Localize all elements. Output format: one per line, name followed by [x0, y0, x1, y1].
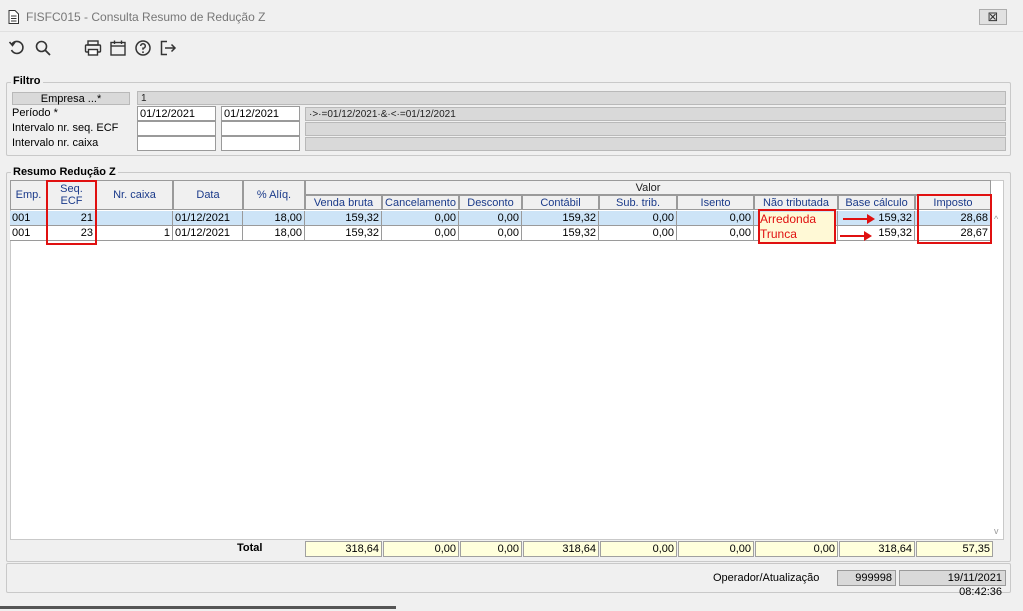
- header-data[interactable]: Data: [173, 180, 243, 210]
- document-icon: [8, 10, 19, 24]
- annotation-box-imposto: [917, 194, 992, 244]
- empresa-field: 1: [137, 91, 1006, 105]
- operador-label: Operador/Atualização: [713, 572, 820, 584]
- total-base-calculo: 318,64: [839, 541, 915, 557]
- resumo-legend: Resumo Redução Z: [11, 166, 118, 178]
- cell-aliq[interactable]: 18,00: [243, 211, 305, 226]
- seq-ecf-de-input[interactable]: [137, 121, 216, 136]
- help-icon[interactable]: [134, 39, 152, 57]
- header-contabil[interactable]: Contábil: [522, 195, 599, 210]
- title-bar: FISFC015 - Consulta Resumo de Redução Z …: [0, 0, 1023, 32]
- caixa-de-input[interactable]: [137, 136, 216, 151]
- cell-nr-caixa[interactable]: 1: [96, 226, 173, 241]
- cell-emp[interactable]: 001: [10, 211, 47, 226]
- cell-base-calculo[interactable]: 159,32: [838, 226, 915, 241]
- cell-desconto[interactable]: 0,00: [459, 211, 522, 226]
- filtro-legend: Filtro: [11, 75, 43, 87]
- cell-desconto[interactable]: 0,00: [459, 226, 522, 241]
- total-nao-tributada: 0,00: [755, 541, 838, 557]
- cell-cancelamento[interactable]: 0,00: [382, 211, 459, 226]
- header-sub-trib[interactable]: Sub. trib.: [599, 195, 677, 210]
- header-nao-tributada[interactable]: Não tributada: [754, 195, 838, 210]
- header-isento[interactable]: Isento: [677, 195, 754, 210]
- seq-ecf-expression: [305, 122, 1006, 136]
- total-cancelamento: 0,00: [383, 541, 459, 557]
- operador-field: 999998: [837, 570, 896, 586]
- periodo-expression: ·>·=01/12/2021·&·<·=01/12/2021: [305, 107, 1006, 121]
- cell-data[interactable]: 01/12/2021: [173, 211, 243, 226]
- close-button[interactable]: ⊠: [979, 9, 1007, 25]
- total-desconto: 0,00: [460, 541, 522, 557]
- cell-isento[interactable]: 0,00: [677, 211, 754, 226]
- caixa-label: Intervalo nr. caixa: [12, 137, 99, 149]
- empresa-label[interactable]: Empresa ...*: [12, 92, 130, 105]
- total-sub-trib: 0,00: [600, 541, 677, 557]
- scroll-down-icon[interactable]: v: [994, 526, 999, 536]
- total-contabil: 318,64: [523, 541, 599, 557]
- atualizacao-field: 19/11/2021 08:42:36: [899, 570, 1006, 598]
- caixa-expression: [305, 137, 1006, 151]
- caixa-ate-input[interactable]: [221, 136, 300, 151]
- header-valor: Valor: [305, 180, 991, 195]
- total-imposto: 57,35: [916, 541, 993, 557]
- header-nr-caixa[interactable]: Nr. caixa: [96, 180, 173, 210]
- cell-contabil[interactable]: 159,32: [522, 211, 599, 226]
- total-isento: 0,00: [678, 541, 754, 557]
- cell-emp[interactable]: 001: [10, 226, 47, 241]
- search-icon[interactable]: [34, 39, 52, 57]
- annotation-box-seq-ecf: [46, 180, 97, 245]
- cell-data[interactable]: 01/12/2021: [173, 226, 243, 241]
- periodo-label: Período *: [12, 107, 58, 119]
- header-desconto[interactable]: Desconto: [459, 195, 522, 210]
- exit-icon[interactable]: [159, 39, 177, 57]
- annotation-arrow-row2: [840, 231, 872, 241]
- total-venda-bruta: 318,64: [305, 541, 382, 557]
- periodo-de-input[interactable]: 01/12/2021: [137, 106, 216, 121]
- cell-venda-bruta[interactable]: 159,32: [305, 211, 382, 226]
- header-cancelamento[interactable]: Cancelamento: [382, 195, 459, 210]
- total-label: Total: [237, 542, 263, 554]
- cell-venda-bruta[interactable]: 159,32: [305, 226, 382, 241]
- header-emp[interactable]: Emp.: [10, 180, 47, 210]
- taskbar-strip: [0, 606, 396, 609]
- cell-sub-trib[interactable]: 0,00: [599, 211, 677, 226]
- periodo-ate-input[interactable]: 01/12/2021: [221, 106, 300, 121]
- cell-cancelamento[interactable]: 0,00: [382, 226, 459, 241]
- header-aliq[interactable]: % Alíq.: [243, 180, 305, 210]
- toolbar: [0, 33, 1023, 63]
- cell-sub-trib[interactable]: 0,00: [599, 226, 677, 241]
- seq-ecf-ate-input[interactable]: [221, 121, 300, 136]
- header-base-calculo[interactable]: Base cálculo: [838, 195, 915, 210]
- cell-nr-caixa[interactable]: [96, 211, 173, 226]
- cell-aliq[interactable]: 18,00: [243, 226, 305, 241]
- cell-contabil[interactable]: 159,32: [522, 226, 599, 241]
- annotation-arrow-row1: [843, 214, 875, 224]
- annotation-box-nao-tributada: [758, 209, 836, 244]
- print-icon[interactable]: [84, 39, 102, 57]
- window-title: FISFC015 - Consulta Resumo de Redução Z: [26, 10, 266, 24]
- undo-icon[interactable]: [8, 39, 26, 57]
- calendar-icon[interactable]: [109, 39, 127, 57]
- header-venda-bruta[interactable]: Venda bruta: [305, 195, 382, 210]
- scroll-up-icon[interactable]: ^: [994, 214, 998, 224]
- cell-isento[interactable]: 0,00: [677, 226, 754, 241]
- seq-ecf-label: Intervalo nr. seq. ECF: [12, 122, 119, 134]
